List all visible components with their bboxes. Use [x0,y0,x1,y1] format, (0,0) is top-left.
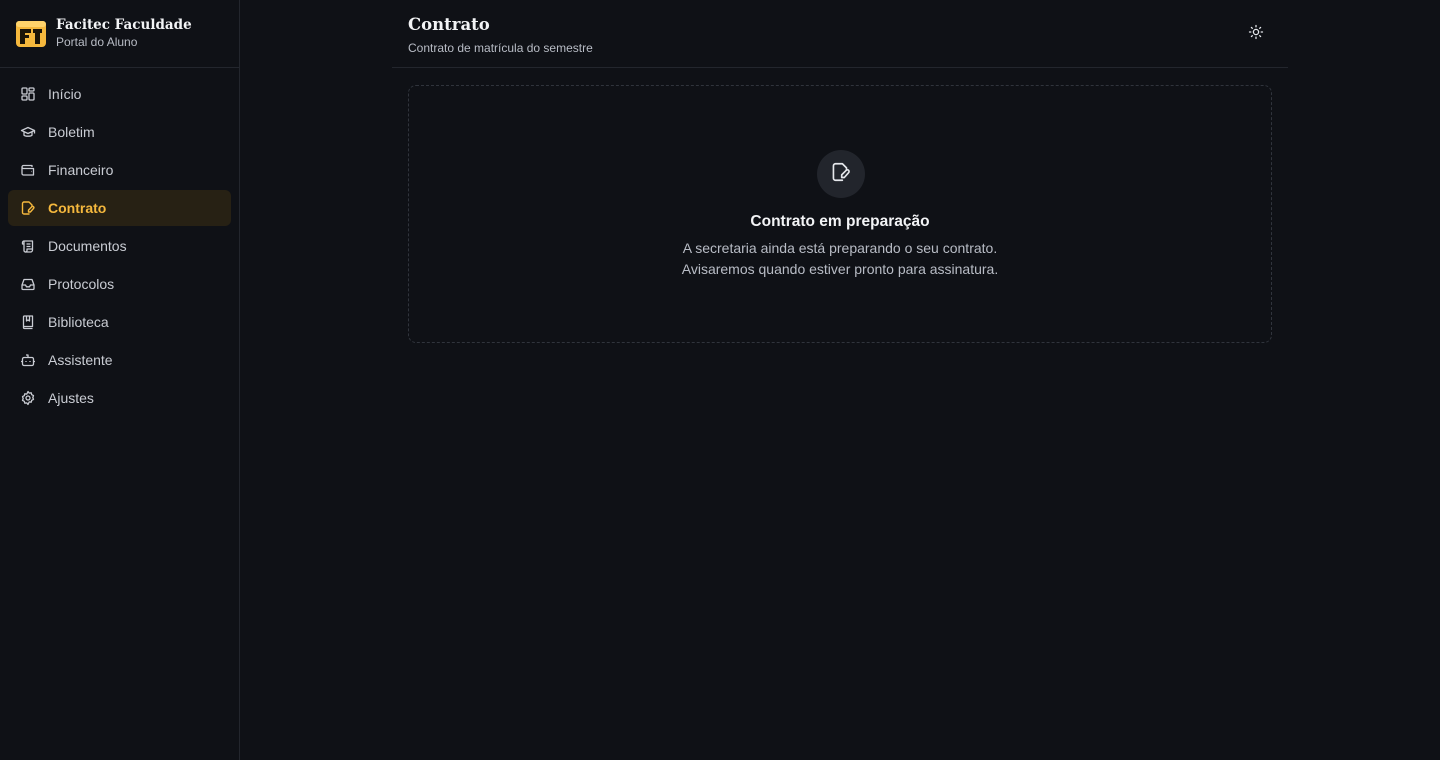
sidebar-item-label: Documentos [48,238,127,254]
brand-name: Facitec Faculdade [56,17,192,33]
sidebar-item-contrato[interactable]: Contrato [8,190,231,226]
sidebar-item-label: Contrato [48,200,107,216]
file-pen-icon [20,200,36,216]
gear-icon [20,390,36,406]
sidebar-item-assistente[interactable]: Assistente [8,342,231,378]
sidebar-item-label: Assistente [48,352,113,368]
book-icon [20,314,36,330]
page-header: Contrato Contrato de matrícula do semest… [392,0,1288,68]
sidebar-item-boletim[interactable]: Boletim [8,114,231,150]
sidebar-item-inicio[interactable]: Início [8,76,231,112]
file-pen-icon [830,161,852,188]
sidebar-item-financeiro[interactable]: Financeiro [8,152,231,188]
page-subtitle: Contrato de matrícula do semestre [408,41,593,55]
sidebar-item-label: Financeiro [48,162,114,178]
page-title: Contrato [408,15,490,34]
inbox-icon [20,276,36,292]
sidebar-item-label: Ajustes [48,390,94,406]
contract-empty-state: Contrato em preparação A secretaria aind… [408,85,1272,343]
sidebar-item-label: Biblioteca [48,314,109,330]
empty-state-icon-circle [817,150,865,198]
empty-state-message: A secretaria ainda está preparando o seu… [682,240,998,256]
brand[interactable]: Facitec Faculdade Portal do Aluno [0,0,239,68]
sidebar-nav: Início Boletim Financeiro Contrato Docum… [0,68,239,416]
wallet-icon [20,162,36,178]
empty-state-note: Avisaremos quando estiver pronto para as… [681,261,999,277]
sidebar-item-label: Boletim [48,124,95,140]
graduation-cap-icon [20,124,36,140]
sidebar-item-biblioteca[interactable]: Biblioteca [8,304,231,340]
sidebar: Facitec Faculdade Portal do Aluno Início… [0,0,240,760]
brand-subtitle: Portal do Aluno [56,35,138,49]
sidebar-item-documentos[interactable]: Documentos [8,228,231,264]
sidebar-item-label: Início [48,86,82,102]
empty-state-title: Contrato em preparação [750,213,930,230]
bot-icon [20,352,36,368]
scroll-icon [20,238,36,254]
theme-toggle-button[interactable] [1244,22,1268,46]
sun-icon [1248,24,1264,45]
sidebar-item-protocolos[interactable]: Protocolos [8,266,231,302]
facitec-logo [16,20,46,47]
grid-icon [20,86,36,102]
sidebar-item-label: Protocolos [48,276,115,292]
sidebar-item-ajustes[interactable]: Ajustes [8,380,231,416]
